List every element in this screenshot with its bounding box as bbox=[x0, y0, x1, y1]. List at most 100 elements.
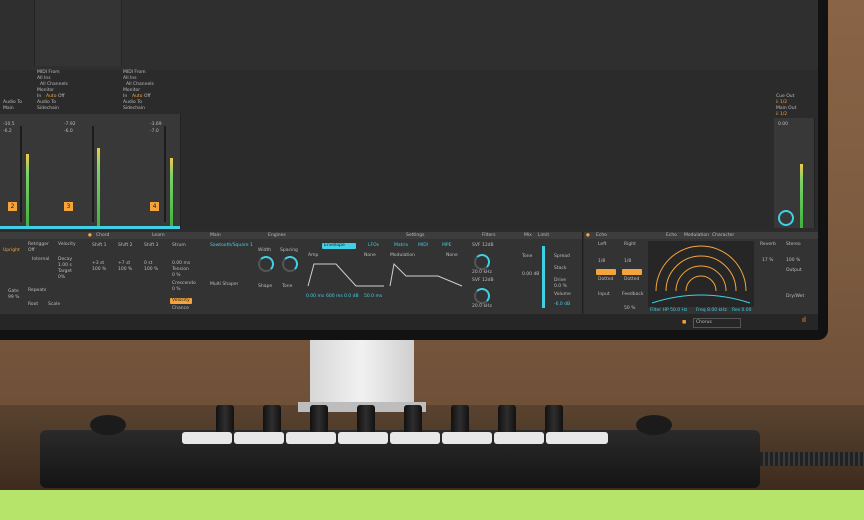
controller-pad[interactable] bbox=[442, 432, 492, 444]
left-time[interactable]: 1/8 bbox=[598, 259, 605, 264]
volume-value[interactable]: -6.0 dB bbox=[554, 302, 570, 307]
osc1-select[interactable]: Sawtooth/Square 1 bbox=[210, 243, 253, 248]
cue-out-select[interactable]: ii 1/2 bbox=[776, 100, 787, 105]
limit-toggle[interactable]: Limit bbox=[538, 233, 549, 238]
matrix-tab[interactable]: Matrix bbox=[394, 243, 408, 248]
tension-value[interactable]: 0 % bbox=[172, 273, 181, 278]
lfos-tab[interactable]: LFOs bbox=[368, 243, 379, 248]
release-value[interactable]: 50.0 ms bbox=[364, 294, 382, 299]
monitor-off[interactable]: Off bbox=[58, 94, 65, 99]
track-volume[interactable]: -10.5 bbox=[3, 122, 15, 127]
midi-from-select-2[interactable]: All Ins bbox=[123, 76, 137, 81]
mix-tab[interactable]: Mix bbox=[524, 233, 532, 238]
midi-from-select[interactable]: All Ins bbox=[37, 76, 51, 81]
shift-3-pct[interactable]: 100 % bbox=[144, 267, 158, 272]
retrigger-value[interactable]: Off bbox=[28, 248, 35, 253]
monitor-in-2[interactable]: In bbox=[123, 94, 127, 99]
drive-value[interactable]: 0.0 % bbox=[554, 284, 567, 289]
shift-1-pct[interactable]: 100 % bbox=[92, 267, 106, 272]
midi-channel-select[interactable]: All Channels bbox=[40, 82, 68, 87]
target-value[interactable]: 0% bbox=[58, 275, 65, 280]
feedback-value[interactable]: 50 % bbox=[624, 306, 635, 311]
engines-tab[interactable]: Engines bbox=[268, 233, 286, 238]
spacing-knob[interactable] bbox=[282, 256, 298, 272]
volume-fader[interactable] bbox=[20, 126, 22, 222]
echo-visualizer[interactable] bbox=[648, 241, 754, 307]
midi-tab[interactable]: MIDI bbox=[418, 243, 428, 248]
width-knob[interactable] bbox=[258, 256, 274, 272]
monitor-in[interactable]: In bbox=[37, 94, 41, 99]
filter-2-freq-knob[interactable] bbox=[474, 288, 490, 304]
controller-right-encoder[interactable] bbox=[636, 415, 672, 435]
controller-pad[interactable] bbox=[286, 432, 336, 444]
controller-knob[interactable] bbox=[498, 405, 516, 433]
shift-2-pct[interactable]: 100 % bbox=[118, 267, 132, 272]
filters-tab[interactable]: Filters bbox=[482, 233, 496, 238]
modulation-tab[interactable]: Modulation bbox=[684, 233, 709, 238]
settings-tab[interactable]: Settings bbox=[406, 233, 424, 238]
track-volume[interactable]: -7.92 bbox=[64, 122, 76, 127]
controller-knob[interactable] bbox=[263, 405, 281, 433]
controller-pad[interactable] bbox=[234, 432, 284, 444]
controller-left-encoder[interactable] bbox=[90, 415, 126, 435]
shift-2-value[interactable]: +7 st bbox=[118, 261, 130, 266]
freq-lp-value[interactable]: Freq 8.00 kHz bbox=[696, 308, 727, 313]
osc2-select[interactable]: Multi Shaper bbox=[210, 282, 238, 287]
reverb-value[interactable]: 17 % bbox=[762, 258, 773, 263]
track-number[interactable]: 2 bbox=[8, 202, 17, 211]
monitor-auto-2[interactable]: Auto bbox=[132, 94, 142, 99]
decay-value[interactable]: 1.00 s bbox=[58, 263, 72, 268]
mpe-tab[interactable]: MPE bbox=[442, 243, 451, 248]
amp-mod-select[interactable]: None bbox=[364, 253, 376, 258]
drift-main-tab[interactable]: Main bbox=[210, 233, 221, 238]
volume-fader[interactable] bbox=[92, 126, 94, 222]
echo-tab[interactable]: Echo bbox=[666, 233, 677, 238]
character-tab[interactable]: Character bbox=[712, 233, 734, 238]
controller-pad[interactable] bbox=[338, 432, 388, 444]
power-icon[interactable]: ● bbox=[88, 233, 92, 238]
audio-to-main[interactable]: Main bbox=[3, 106, 14, 111]
right-time[interactable]: 1/8 bbox=[624, 259, 631, 264]
filter-1-type[interactable]: SVF 12dB bbox=[472, 243, 494, 248]
monitor-auto[interactable]: Auto bbox=[46, 94, 56, 99]
controller-knob[interactable] bbox=[310, 405, 328, 433]
track-volume[interactable]: -3.69 bbox=[150, 122, 162, 127]
monitor-off-2[interactable]: Off bbox=[144, 94, 151, 99]
crescendo-value[interactable]: 0 % bbox=[172, 287, 181, 292]
learn-button[interactable]: Learn bbox=[152, 233, 165, 238]
attack-value[interactable]: 0.00 ms bbox=[306, 294, 324, 299]
dotted-left[interactable]: Dotted bbox=[598, 277, 613, 282]
filter-hp-value[interactable]: Filter HP 50.0 Hz bbox=[650, 308, 687, 313]
gate-value[interactable]: 99 % bbox=[8, 295, 19, 300]
waveform-icon[interactable]: ıl bbox=[802, 317, 806, 324]
controller-knob[interactable] bbox=[404, 405, 422, 433]
midi-channel-select-2[interactable]: All Channels bbox=[126, 82, 154, 87]
dotted-right[interactable]: Dotted bbox=[624, 277, 639, 282]
master-volume[interactable]: 0.00 bbox=[778, 122, 788, 127]
controller-pad[interactable] bbox=[390, 432, 440, 444]
right-sync[interactable] bbox=[622, 269, 642, 275]
track-number[interactable]: 3 bbox=[64, 202, 73, 211]
res-value[interactable]: Res 0.00 bbox=[732, 308, 752, 313]
strum-value[interactable]: 0.00 ms bbox=[172, 261, 190, 266]
stereo-value[interactable]: 100 % bbox=[786, 258, 800, 263]
decay-value[interactable]: 600 ms bbox=[326, 294, 343, 299]
audio-to-select[interactable]: Sidechain bbox=[37, 106, 59, 111]
controller-knob[interactable] bbox=[451, 405, 469, 433]
master-knob[interactable] bbox=[778, 210, 794, 226]
amp-envelope-graph[interactable] bbox=[306, 260, 386, 288]
controller-pad[interactable] bbox=[546, 432, 608, 444]
sustain-value[interactable]: 0.0 dB bbox=[344, 294, 359, 299]
controller-knob[interactable] bbox=[545, 405, 563, 433]
shift-3-value[interactable]: 0 st bbox=[144, 261, 152, 266]
arp-style[interactable]: Upright bbox=[3, 248, 20, 253]
controller-knob[interactable] bbox=[216, 405, 234, 433]
volume-fader[interactable] bbox=[164, 126, 166, 222]
filter-2-type[interactable]: SVF 12dB bbox=[472, 278, 494, 283]
filter-1-freq[interactable]: 20.0 kHz bbox=[472, 270, 492, 275]
mix-level-bar[interactable] bbox=[542, 246, 545, 308]
track-number[interactable]: 4 bbox=[150, 202, 159, 211]
controller-knob[interactable] bbox=[357, 405, 375, 433]
controller-pad[interactable] bbox=[182, 432, 232, 444]
controller-pad[interactable] bbox=[494, 432, 544, 444]
